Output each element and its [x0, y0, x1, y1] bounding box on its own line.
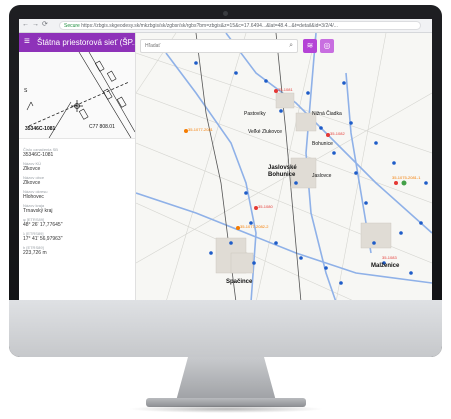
detail-item: Názov obce Zlkovce: [23, 175, 131, 187]
detail-item: λ [ETRS89] 17° 41' 56,97963": [23, 231, 131, 243]
point-label: 35-1080: [258, 204, 273, 209]
point-sketch: 35346C-1081 C77 808.01 S: [19, 52, 135, 139]
map-place-label: Spačince: [226, 279, 253, 285]
sketch-point-id: 35346C-1081: [25, 126, 56, 132]
details-list: Číslo označenia SB 35346C-1081 Názov KÚ Zl…: [23, 145, 131, 257]
app-title: Štátna priestorová sieť (ŠP...: [37, 38, 136, 47]
detail-item: Číslo označenia SB 35346C-1081: [23, 147, 131, 159]
detail-item: Názov KÚ Zlkovce: [23, 161, 131, 173]
detail-item: Názov kraja Trnavský kraj: [23, 203, 131, 215]
url-text: https://zbgis.skgeodesy.sk/mkzbgis/sk/zg…: [81, 23, 338, 29]
map-place-label: Jaslovce: [312, 173, 332, 179]
detail-value: 17° 41' 56,97963": [23, 236, 63, 242]
detail-value: 35346C-1081: [23, 152, 54, 158]
monitor-shadow: [128, 405, 324, 413]
detail-item: h [ETRS89] 223,726 m: [23, 245, 131, 257]
detail-value: Hlohovec: [23, 194, 44, 200]
sketch-north-marker: S: [24, 88, 28, 94]
layers-icon[interactable]: ≋: [303, 39, 317, 53]
detail-value: Trnavský kraj: [23, 208, 53, 214]
map-place-label: Pastovíky: [244, 111, 266, 117]
point-label: 35-1077-2082-2: [240, 224, 269, 229]
screen: ← → ⟳ Secure https://zbgis.skgeodesy.sk/…: [19, 19, 432, 302]
hamburger-menu-icon[interactable]: ≡: [24, 37, 30, 47]
point-label: 35-1077-2081: [188, 127, 213, 132]
sketch-right-label: C77 808.01: [89, 124, 115, 130]
map-place-label: Jaslovské Bohunice: [268, 165, 297, 178]
detail-value: 223,726 m: [23, 250, 47, 256]
reload-icon[interactable]: ⟳: [42, 21, 48, 29]
detail-item: φ [ETRS89] 48° 26' 17,77645": [23, 217, 131, 229]
point-label: 35-1082: [330, 131, 345, 136]
map-place-label: Malženice: [371, 263, 400, 269]
map-canvas[interactable]: Pastovíky Veľké Zlukovce Nižná Čiadka Bo…: [136, 33, 432, 302]
search-box[interactable]: ⌕: [140, 39, 298, 53]
camera: [223, 11, 228, 16]
address-bar[interactable]: Secure https://zbgis.skgeodesy.sk/mkzbgi…: [59, 21, 421, 30]
map-place-label: Bohunice: [312, 141, 333, 147]
detail-panel: ≡ Štátna priestorová sieť (ŠP... ‹ 35346…: [19, 33, 136, 302]
point-label: 35-1081: [278, 87, 293, 92]
chevron-left-icon[interactable]: ‹: [125, 37, 128, 46]
forward-icon[interactable]: →: [32, 21, 39, 29]
back-icon[interactable]: ←: [22, 21, 29, 29]
search-input[interactable]: [145, 43, 265, 49]
browser-toolbar: ← → ⟳ Secure https://zbgis.skgeodesy.sk/…: [19, 19, 432, 33]
map-place-label: Veľké Zlukovce: [248, 129, 282, 135]
detail-value: Zlkovce: [23, 166, 41, 172]
app-bar: ≡ Štátna priestorová sieť (ŠP... ‹: [19, 33, 135, 52]
detail-item: Názov okresu Hlohovec: [23, 189, 131, 201]
map-place-label: Nižná Čiadka: [312, 111, 342, 117]
search-icon[interactable]: ⌕: [289, 42, 293, 50]
detail-value: Zlkovce: [23, 180, 41, 186]
point-label: 35-1075-2081-1: [392, 175, 421, 180]
monitor-stand: [176, 357, 276, 401]
location-icon[interactable]: ◎: [320, 39, 334, 53]
monitor-chin: [9, 300, 442, 357]
point-label: 35-1083: [382, 255, 397, 260]
secure-label: Secure: [64, 23, 80, 29]
detail-value: 48° 26' 17,77645": [23, 222, 63, 228]
